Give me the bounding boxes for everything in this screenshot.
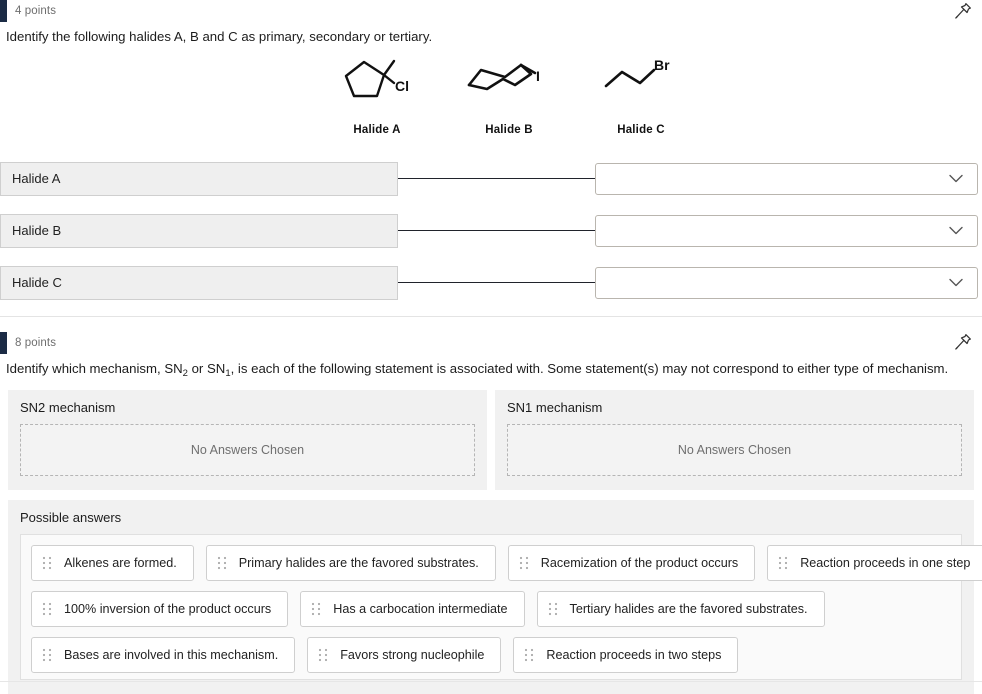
answer-chip-label: Tertiary halides are the favored substra… xyxy=(569,601,808,616)
chevron-down-icon xyxy=(949,278,963,287)
drag-handle-icon[interactable] xyxy=(519,556,529,570)
answer-chip[interactable]: Reaction proceeds in one step xyxy=(767,544,982,581)
points-accent-bar xyxy=(0,331,7,354)
answer-chip-label: Has a carbocation intermediate xyxy=(333,601,508,616)
question-prompt-2: Identify which mechanism, SN2 or SN1, is… xyxy=(0,354,982,379)
drag-handle-icon[interactable] xyxy=(548,602,558,616)
prompt-part-1: Identify which mechanism, SN xyxy=(6,360,183,376)
match-prompt-halide-b: Halide B xyxy=(0,213,398,248)
iodocyclohexane-structure: I xyxy=(465,52,553,113)
answer-chip[interactable]: Has a carbocation intermediate xyxy=(300,590,525,627)
prompt-part-3: , is each of the following statement is … xyxy=(230,360,949,376)
chloro-methyl-cyclopentane-structure: Cl xyxy=(338,52,416,113)
answer-chip[interactable]: Bases are involved in this mechanism. xyxy=(31,636,296,673)
drag-handle-icon[interactable] xyxy=(42,602,52,616)
drag-handle-icon[interactable] xyxy=(778,556,788,570)
answer-chip-label: Alkenes are formed. xyxy=(64,555,177,570)
chevron-down-icon xyxy=(949,174,963,183)
answer-chip[interactable]: Reaction proceeds in two steps xyxy=(513,636,739,673)
page-bottom-divider xyxy=(0,681,982,682)
drop-zone-title: SN1 mechanism xyxy=(507,399,603,415)
answer-chip-label: Favors strong nucleophile xyxy=(340,647,485,662)
match-row: Halide B xyxy=(0,210,982,252)
question-prompt-1: Identify the following halides A, B and … xyxy=(6,29,433,44)
drag-handle-icon[interactable] xyxy=(524,648,534,662)
answer-chip[interactable]: Favors strong nucleophile xyxy=(307,636,502,673)
answer-chip[interactable]: 100% inversion of the product occurs xyxy=(31,590,289,627)
svg-text:Cl: Cl xyxy=(395,78,409,94)
prompt-part-2: or SN xyxy=(187,360,226,376)
structure-label: Halide C xyxy=(617,123,665,136)
drop-zone-sn1[interactable]: SN1 mechanism No Answers Chosen xyxy=(495,389,974,490)
answer-chip[interactable]: Tertiary halides are the favored substra… xyxy=(536,590,825,627)
drag-handle-icon[interactable] xyxy=(311,602,321,616)
answer-chips-container: Alkenes are formed. Primary halides are … xyxy=(20,533,982,680)
matching-rows: Halide A Halide B Halide C xyxy=(0,158,982,304)
answer-chip-label: 100% inversion of the product occurs xyxy=(64,601,272,616)
answer-chip-label: Reaction proceeds in two steps xyxy=(546,647,722,662)
drop-target-sn1[interactable]: No Answers Chosen xyxy=(507,423,962,476)
chip-row: 100% inversion of the product occurs Has… xyxy=(31,590,951,627)
pushpin-icon[interactable] xyxy=(953,1,973,21)
halide-structures: Cl Halide A I Halide B Br Halide C xyxy=(0,54,982,136)
match-prompt-halide-a: Halide A xyxy=(0,161,398,196)
prompt-subscript-1: 1 xyxy=(225,367,231,379)
points-label: 8 points xyxy=(15,336,57,349)
drag-handle-icon[interactable] xyxy=(42,648,52,662)
match-connector-line xyxy=(398,230,595,232)
answer-chip[interactable]: Primary halides are the favored substrat… xyxy=(205,544,496,581)
answer-chip-label: Racemization of the product occurs xyxy=(540,555,739,570)
chip-row: Bases are involved in this mechanism. Fa… xyxy=(31,636,951,673)
structure-halide-b: I Halide B xyxy=(465,54,553,136)
structure-label: Halide A xyxy=(353,123,401,136)
match-row: Halide A xyxy=(0,158,982,200)
empty-state-text: No Answers Chosen xyxy=(677,442,792,457)
match-row: Halide C xyxy=(0,262,982,304)
match-select-halide-b[interactable] xyxy=(595,214,978,247)
match-select-halide-a[interactable] xyxy=(595,162,978,195)
possible-answers-title: Possible answers xyxy=(20,509,122,525)
match-connector-line xyxy=(398,178,595,180)
prompt-subscript-2: 2 xyxy=(182,367,188,379)
chip-row: Alkenes are formed. Primary halides are … xyxy=(31,544,982,581)
svg-text:I: I xyxy=(536,68,540,84)
answer-chip-label: Primary halides are the favored substrat… xyxy=(238,555,479,570)
propyl-bromide-structure: Br xyxy=(602,55,680,110)
structure-halide-a: Cl Halide A xyxy=(333,54,421,136)
match-connector-line xyxy=(398,282,595,284)
structure-label: Halide B xyxy=(485,123,533,136)
pushpin-icon[interactable] xyxy=(953,332,973,352)
answer-chip-label: Bases are involved in this mechanism. xyxy=(64,647,279,662)
structure-halide-c: Br Halide C xyxy=(597,54,685,136)
match-prompt-halide-c: Halide C xyxy=(0,265,398,300)
possible-answers-panel: Possible answers Alkenes are formed. Pri… xyxy=(8,499,982,694)
points-row-2: 8 points xyxy=(0,331,982,354)
points-row-1: 4 points xyxy=(0,0,982,22)
points-accent-bar xyxy=(0,0,7,22)
drop-zone-sn2[interactable]: SN2 mechanism No Answers Chosen xyxy=(8,389,487,490)
question-block-2: 8 points Identify which mechanism, SN2 o… xyxy=(0,316,982,694)
drop-zone-title: SN2 mechanism xyxy=(20,399,116,415)
answer-chip-label: Reaction proceeds in one step xyxy=(800,555,971,570)
drag-handle-icon[interactable] xyxy=(42,556,52,570)
points-label: 4 points xyxy=(15,5,57,17)
chevron-down-icon xyxy=(949,226,963,235)
question-block-1: 4 points Identify the following halides … xyxy=(0,0,982,304)
empty-state-text: No Answers Chosen xyxy=(190,442,305,457)
match-select-halide-c[interactable] xyxy=(595,266,978,299)
drop-zones: SN2 mechanism No Answers Chosen SN1 mech… xyxy=(0,389,982,490)
drag-handle-icon[interactable] xyxy=(318,648,328,662)
answer-chip[interactable]: Alkenes are formed. xyxy=(31,544,194,581)
svg-text:Br: Br xyxy=(654,57,670,73)
drop-target-sn2[interactable]: No Answers Chosen xyxy=(20,423,475,476)
drag-handle-icon[interactable] xyxy=(217,556,227,570)
answer-chip[interactable]: Racemization of the product occurs xyxy=(507,544,756,581)
